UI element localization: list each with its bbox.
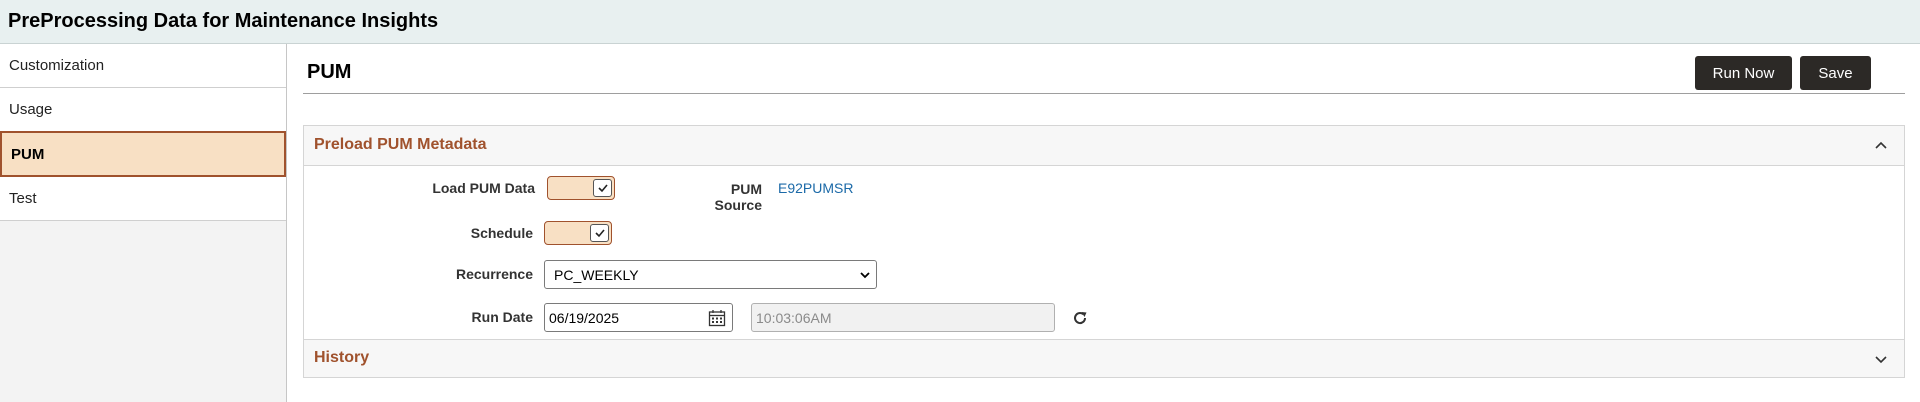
load-pum-data-label: Load PUM Data: [432, 180, 535, 196]
run-date-input[interactable]: 06/19/2025: [544, 303, 733, 332]
pum-source-link[interactable]: E92PUMSR: [778, 180, 853, 196]
title-divider: [303, 93, 1905, 94]
save-button[interactable]: Save: [1800, 56, 1871, 90]
sidebar: Customization Usage PUM Test: [0, 44, 287, 402]
run-date-value: 06/19/2025: [549, 309, 620, 326]
preload-pum-metadata-section: Preload PUM Metadata Load PUM Data PUM S…: [303, 125, 1905, 340]
load-pum-data-toggle[interactable]: [547, 176, 615, 200]
preload-pum-metadata-header[interactable]: Preload PUM Metadata: [304, 126, 1904, 166]
page-title: PUM: [307, 61, 352, 83]
schedule-label: Schedule: [470, 225, 533, 241]
app-header: PreProcessing Data for Maintenance Insig…: [0, 0, 1920, 44]
checkmark-icon: [590, 224, 609, 242]
sidebar-item-label: PUM: [11, 145, 45, 163]
run-time-value: 10:03:06AM: [756, 309, 832, 326]
chevron-down-icon[interactable]: [1872, 350, 1890, 368]
section-title: History: [314, 349, 370, 366]
sidebar-item-label: Customization: [9, 57, 105, 74]
app-title: PreProcessing Data for Maintenance Insig…: [8, 10, 439, 32]
chevron-down-icon: [860, 272, 870, 279]
run-time-input: 10:03:06AM: [751, 303, 1055, 332]
sidebar-item-label: Test: [9, 190, 37, 207]
history-section: History: [303, 339, 1905, 378]
run-now-button[interactable]: Run Now: [1695, 56, 1792, 90]
sidebar-item-pum[interactable]: PUM: [0, 131, 286, 177]
calendar-icon[interactable]: [708, 309, 726, 327]
recurrence-select[interactable]: PC_WEEKLY: [544, 260, 877, 289]
schedule-toggle[interactable]: [544, 221, 612, 245]
run-date-label: Run Date: [471, 309, 533, 325]
chevron-up-icon[interactable]: [1872, 137, 1890, 155]
main-content: PUM Run Now Save Preload PUM Metadata Lo…: [288, 44, 1920, 402]
checkmark-icon: [593, 179, 612, 197]
recurrence-value: PC_WEEKLY: [554, 266, 639, 283]
sidebar-item-customization[interactable]: Customization: [0, 44, 286, 88]
recurrence-label: Recurrence: [455, 266, 533, 282]
sidebar-item-usage[interactable]: Usage: [0, 88, 286, 132]
sidebar-item-test[interactable]: Test: [0, 177, 286, 221]
history-header[interactable]: History: [304, 340, 1904, 377]
section-title: Preload PUM Metadata: [314, 136, 487, 153]
refresh-icon[interactable]: [1072, 310, 1088, 326]
sidebar-item-label: Usage: [9, 101, 53, 118]
pum-source-label: PUM Source: [714, 181, 762, 213]
